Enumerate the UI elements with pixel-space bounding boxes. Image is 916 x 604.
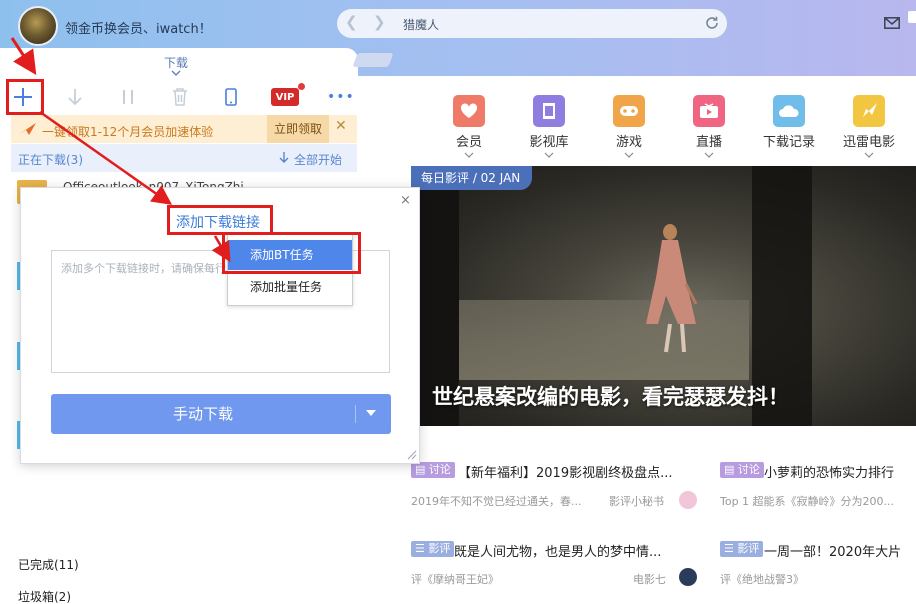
- annotation-arrows: [0, 0, 916, 604]
